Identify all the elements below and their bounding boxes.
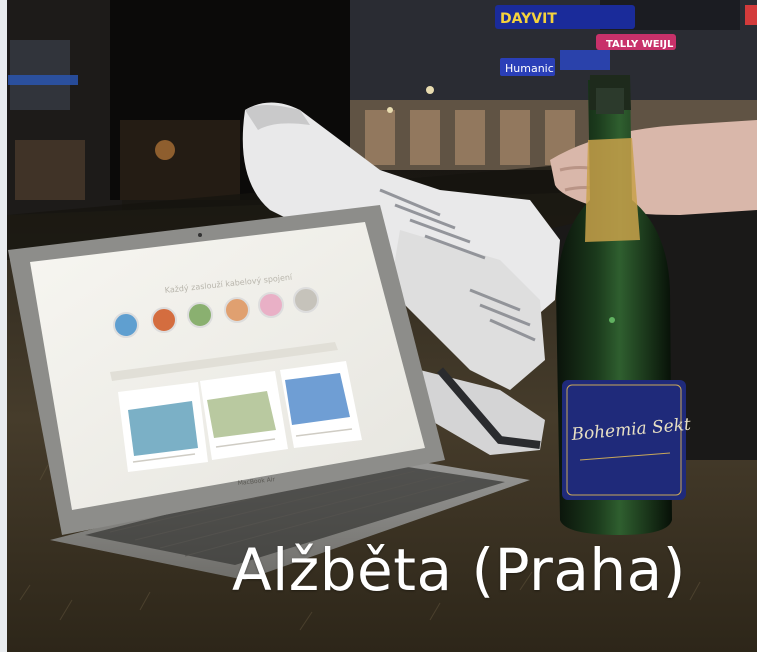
bottle-foil <box>585 138 640 242</box>
screen-thumb-3 <box>285 373 350 425</box>
photo-scene: DAYVIT TALLY WEIJL Humanic Každý zaslouž… <box>0 0 757 652</box>
blue-light-band <box>8 75 78 85</box>
neon-sign-lower-text: Humanic <box>505 62 554 75</box>
neon-sign-middle-text: TALLY WEIJL <box>606 39 674 50</box>
photo-caption: Alžběta (Praha) <box>232 536 686 604</box>
neon-sign-top-text: DAYVIT <box>500 11 557 27</box>
screen-thumb-1 <box>128 401 198 456</box>
